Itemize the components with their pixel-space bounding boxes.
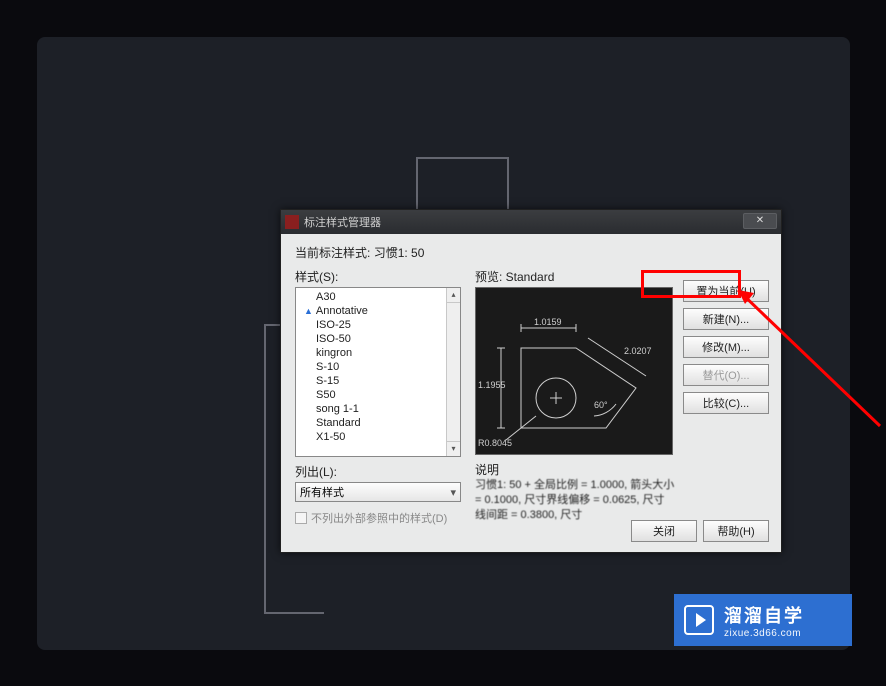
list-item[interactable]: S-10 — [302, 360, 460, 374]
dropdown-value: 所有样式 — [300, 484, 344, 500]
list-item[interactable]: Annotative — [302, 304, 460, 318]
dialog-title: 标注样式管理器 — [304, 214, 381, 230]
styles-listbox[interactable]: A30 Annotative ISO-25 ISO-50 kingron S-1… — [295, 287, 461, 457]
modify-button[interactable]: 修改(M)... — [683, 336, 769, 358]
help-button[interactable]: 帮助(H) — [703, 520, 769, 542]
set-current-button[interactable]: 置为当前(U) — [683, 280, 769, 302]
preview-box: 1.0159 1.1955 2.0207 60° R0.8045 — [475, 287, 673, 455]
current-style-label: 当前标注样式: — [295, 246, 370, 260]
dialog-titlebar[interactable]: 标注样式管理器 ✕ — [281, 210, 781, 234]
list-item[interactable]: song 1-1 — [302, 402, 460, 416]
action-buttons-column: 置为当前(U) 新建(N)... 修改(M)... 替代(O)... 比较(C)… — [683, 280, 769, 414]
dim-left: 1.1955 — [478, 380, 506, 390]
styles-list-inner: A30 Annotative ISO-25 ISO-50 kingron S-1… — [296, 288, 460, 446]
dim-angle: 60° — [594, 400, 608, 410]
dim-radius: R0.8045 — [478, 438, 512, 448]
checkbox-icon[interactable] — [295, 512, 307, 524]
new-button[interactable]: 新建(N)... — [683, 308, 769, 330]
close-button[interactable]: 关闭 — [631, 520, 697, 542]
watermark-badge: 溜溜自学 zixue.3d66.com — [674, 594, 852, 646]
current-style-value: 习惯1: 50 — [374, 246, 425, 260]
watermark-text: 溜溜自学 zixue.3d66.com — [724, 602, 804, 639]
current-style-row: 当前标注样式: 习惯1: 50 — [295, 244, 769, 261]
bottom-buttons: 关闭 帮助(H) — [631, 520, 769, 542]
override-button[interactable]: 替代(O)... — [683, 364, 769, 386]
play-icon — [684, 605, 714, 635]
list-item[interactable]: Standard — [302, 416, 460, 430]
xref-checkbox-row[interactable]: 不列出外部参照中的样式(D) — [295, 510, 463, 526]
close-icon[interactable]: ✕ — [743, 213, 777, 229]
styles-column: 样式(S): A30 Annotative ISO-25 ISO-50 king… — [295, 268, 463, 526]
dialog-body: 当前标注样式: 习惯1: 50 样式(S): A30 Annotative IS… — [281, 234, 781, 552]
list-item[interactable]: ISO-25 — [302, 318, 460, 332]
compare-button[interactable]: 比较(C)... — [683, 392, 769, 414]
checkbox-label: 不列出外部参照中的样式(D) — [311, 510, 447, 526]
list-filter-label: 列出(L): — [295, 463, 463, 480]
dim-right: 2.0207 — [624, 346, 652, 356]
dim-top: 1.0159 — [534, 317, 562, 327]
list-item[interactable]: ISO-50 — [302, 332, 460, 346]
preview-label: 预览: Standard — [475, 268, 675, 285]
watermark-line1: 溜溜自学 — [724, 602, 804, 628]
list-item[interactable]: S-15 — [302, 374, 460, 388]
watermark-line2: zixue.3d66.com — [724, 628, 804, 639]
list-item[interactable]: A30 — [302, 290, 460, 304]
list-filter-dropdown[interactable]: 所有样式 — [295, 482, 461, 502]
preview-drawing: 1.0159 1.1955 2.0207 60° R0.8045 — [476, 288, 674, 456]
list-item[interactable]: X1-50 — [302, 430, 460, 444]
styles-label: 样式(S): — [295, 268, 463, 285]
app-canvas: 标注样式管理器 ✕ 当前标注样式: 习惯1: 50 样式(S): A30 Ann… — [37, 37, 850, 650]
app-icon — [285, 215, 299, 229]
dimension-style-manager-dialog: 标注样式管理器 ✕ 当前标注样式: 习惯1: 50 样式(S): A30 Ann… — [280, 209, 782, 553]
listbox-scrollbar[interactable] — [446, 288, 460, 456]
preview-column: 预览: Standard — [475, 268, 675, 523]
list-item[interactable]: kingron — [302, 346, 460, 360]
list-item[interactable]: S50 — [302, 388, 460, 402]
description-label: 说明 — [475, 461, 675, 478]
description-text: 习惯1: 50 + 全局比例 = 1.0000, 箭头大小 = 0.1000, … — [475, 478, 675, 523]
